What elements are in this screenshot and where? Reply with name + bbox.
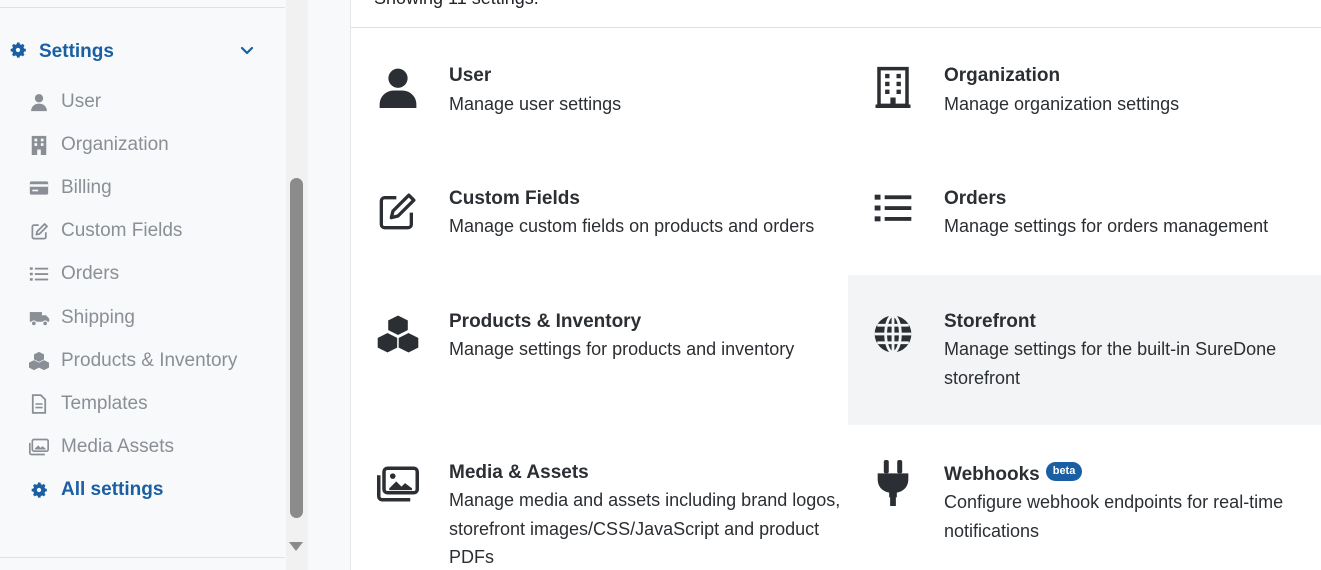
sidebar-item-label: Custom Fields bbox=[61, 220, 183, 241]
building-icon bbox=[28, 134, 50, 156]
card-description: Manage user settings bbox=[449, 94, 622, 114]
settings-main: Showing 11 settings. User Manage user se… bbox=[351, 0, 1321, 570]
card-title: Media & Assets bbox=[449, 462, 589, 483]
card-description: Manage organization settings bbox=[944, 94, 1180, 114]
settings-card-orders[interactable]: Orders Manage settings for orders manage… bbox=[848, 163, 1321, 273]
user-icon bbox=[28, 91, 50, 113]
settings-section-title: Settings bbox=[39, 41, 114, 62]
divider bbox=[0, 7, 285, 8]
sidebar-item-label: Shipping bbox=[61, 307, 135, 328]
sidebar-item-shipping[interactable]: Shipping bbox=[28, 303, 268, 333]
sidebar-item-custom-fields[interactable]: Custom Fields bbox=[28, 216, 268, 246]
sidebar-item-all-settings[interactable]: All settings bbox=[28, 475, 268, 505]
scroll-down-arrow-icon[interactable] bbox=[289, 542, 303, 551]
edit-icon bbox=[375, 188, 421, 234]
list-icon bbox=[28, 263, 50, 285]
globe-icon bbox=[870, 311, 916, 357]
cubes-icon bbox=[28, 350, 50, 372]
sidebar-item-label: Billing bbox=[61, 177, 112, 198]
sidebar-item-label: Templates bbox=[61, 393, 148, 414]
settings-card-organization[interactable]: Organization Manage organization setting… bbox=[848, 40, 1321, 150]
scrollbar-thumb[interactable] bbox=[290, 178, 303, 518]
sidebar-item-user[interactable]: User bbox=[28, 87, 268, 117]
settings-card-storefront[interactable]: Storefront Manage settings for the built… bbox=[848, 275, 1321, 425]
card-title: Webhooks beta bbox=[944, 462, 1083, 486]
sidebar-item-media-assets[interactable]: Media Assets bbox=[28, 432, 268, 462]
file-icon bbox=[28, 393, 50, 415]
card-description: Manage settings for products and invento… bbox=[449, 339, 795, 359]
sidebar-item-products-inventory[interactable]: Products & Inventory bbox=[28, 346, 268, 376]
beta-badge: beta bbox=[1045, 462, 1083, 481]
settings-card-products-inventory[interactable]: Products & Inventory Manage settings for… bbox=[351, 275, 848, 425]
card-title: Products & Inventory bbox=[449, 311, 642, 332]
card-description: Configure webhook endpoints for real-tim… bbox=[944, 492, 1284, 541]
card-title: Organization bbox=[944, 65, 1061, 86]
sidebar-item-label: All settings bbox=[61, 479, 164, 500]
settings-card-webhooks[interactable]: Webhooks beta Configure webhook endpoints… bbox=[848, 430, 1321, 570]
gear-icon bbox=[28, 479, 50, 501]
sidebar-item-label: Products & Inventory bbox=[61, 350, 238, 371]
card-title: Custom Fields bbox=[449, 188, 580, 209]
sidebar-item-label: Orders bbox=[61, 263, 120, 284]
settings-sidebar: Settings User Organization Billing Custo… bbox=[0, 0, 308, 570]
divider bbox=[0, 557, 285, 558]
settings-card-media-assets[interactable]: Media & Assets Manage media and assets i… bbox=[351, 430, 848, 570]
cubes-icon bbox=[375, 311, 421, 357]
sidebar-item-label: User bbox=[61, 91, 102, 112]
sidebar-item-billing[interactable]: Billing bbox=[28, 173, 268, 203]
card-description: Manage custom fields on products and ord… bbox=[449, 216, 815, 236]
list-icon bbox=[870, 185, 916, 231]
card-title: Storefront bbox=[944, 311, 1036, 332]
building-icon bbox=[870, 64, 916, 110]
content-gutter bbox=[308, 0, 351, 570]
sidebar-item-label: Organization bbox=[61, 134, 169, 155]
gear-icon bbox=[8, 40, 28, 65]
card-title-text: Webhooks bbox=[944, 464, 1040, 485]
plug-icon bbox=[870, 460, 916, 506]
divider bbox=[351, 27, 1321, 28]
settings-card-custom-fields[interactable]: Custom Fields Manage custom fields on pr… bbox=[351, 163, 848, 273]
truck-icon bbox=[28, 307, 50, 329]
card-title: User bbox=[449, 65, 492, 86]
results-count: Showing 11 settings. bbox=[374, 0, 539, 9]
card-description: Manage settings for the built-in SureDon… bbox=[944, 339, 1277, 388]
user-icon bbox=[375, 64, 421, 110]
credit-card-icon bbox=[28, 177, 50, 199]
chevron-down-icon[interactable] bbox=[239, 42, 255, 63]
sidebar-item-templates[interactable]: Templates bbox=[28, 389, 268, 419]
edit-icon bbox=[28, 220, 50, 242]
card-description: Manage media and assets including brand … bbox=[449, 490, 841, 567]
sidebar-item-organization[interactable]: Organization bbox=[28, 130, 268, 160]
settings-card-user[interactable]: User Manage user settings bbox=[351, 40, 848, 150]
settings-section-toggle[interactable]: Settings bbox=[8, 38, 263, 66]
card-description: Manage settings for orders management bbox=[944, 216, 1269, 236]
images-icon bbox=[375, 461, 421, 507]
sidebar-item-orders[interactable]: Orders bbox=[28, 259, 268, 289]
card-title: Orders bbox=[944, 188, 1007, 209]
sidebar-item-label: Media Assets bbox=[61, 436, 174, 457]
images-icon bbox=[28, 436, 50, 458]
